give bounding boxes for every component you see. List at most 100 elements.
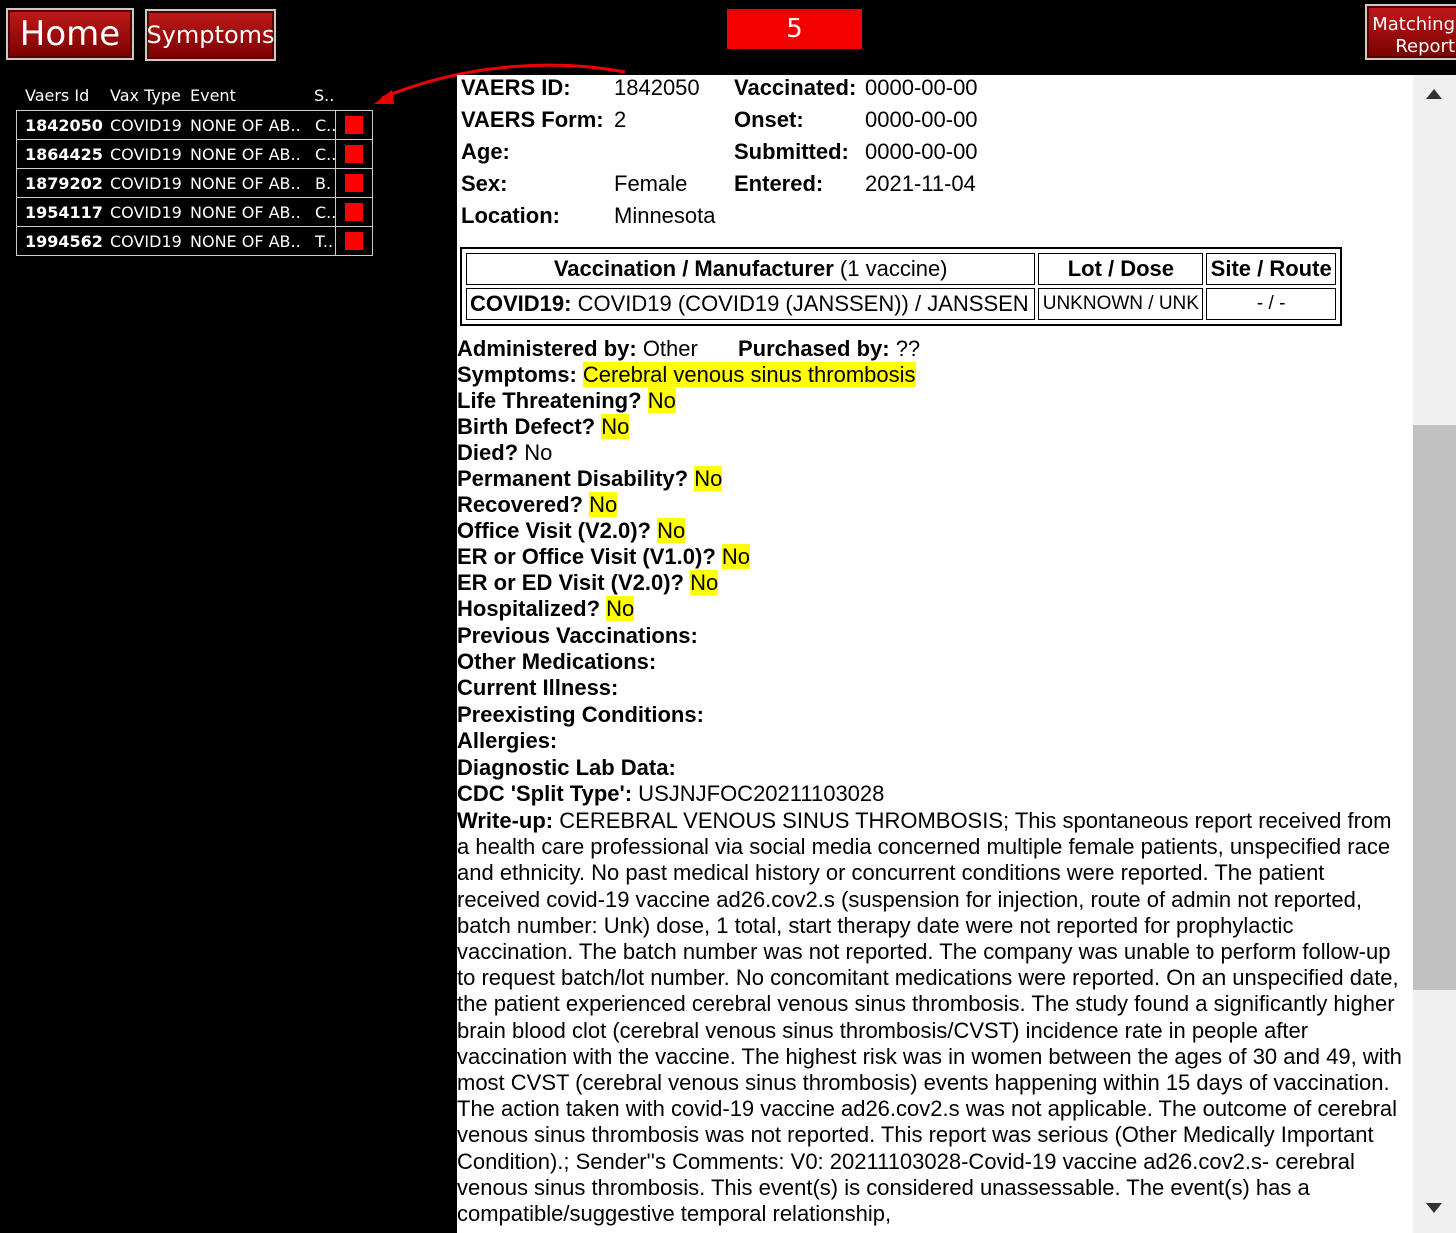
vaccination-header-count: (1 vaccine) — [833, 256, 948, 281]
split-type-label: CDC 'Split Type': — [457, 781, 633, 806]
vaers-id-cell: 1879202 — [25, 173, 103, 193]
preexisting-label: Preexisting Conditions: — [457, 702, 704, 727]
vaers-id-cell: 1842050 — [25, 115, 103, 135]
list-header-vaers-id[interactable]: Vaers Id — [25, 86, 89, 105]
home-button[interactable]: Home — [6, 8, 134, 60]
list-item[interactable]: 1994562 COVID19 NONE OF AB.. T.. — [17, 227, 372, 255]
hospitalized-row: Hospitalized? No — [457, 596, 635, 622]
list-item[interactable]: 1842050 COVID19 NONE OF AB.. C.. — [17, 111, 372, 140]
current-illness-label: Current Illness: — [457, 675, 619, 700]
disability-row: Permanent Disability? No — [457, 466, 723, 492]
life-threatening-label: Life Threatening? — [457, 388, 642, 413]
lot-dose-header: Lot / Dose — [1038, 253, 1204, 285]
administered-label: Administered by: — [457, 336, 637, 361]
sex-label: Sex: — [461, 171, 508, 196]
report-detail-panel: VAERS ID: 1842050 VAERS Form: 2 Age: Sex… — [457, 75, 1413, 1233]
purchased-value: ?? — [889, 336, 921, 361]
previous-vaccinations-row: Previous Vaccinations: — [457, 623, 698, 649]
event-cell: NONE OF AB.. — [190, 115, 301, 135]
status-flag-icon — [345, 145, 363, 163]
vaers-id-value: 1842050 — [614, 75, 700, 100]
sex-value: Female — [614, 171, 688, 196]
detail-scrollbar[interactable] — [1413, 75, 1456, 1233]
er-office-visit-value: No — [721, 544, 751, 569]
scroll-down-icon[interactable] — [1426, 1203, 1442, 1213]
symptoms-value: Cerebral venous sinus thrombosis — [582, 362, 916, 387]
s-cell: B. — [315, 173, 332, 193]
s-cell: C.. — [315, 202, 337, 222]
list-item[interactable]: 1864425 COVID19 NONE OF AB.. C.. — [17, 140, 372, 169]
administered-value: Other — [636, 336, 698, 361]
vax-type-cell: COVID19 — [110, 115, 182, 135]
allergies-label: Allergies: — [457, 728, 558, 753]
recovered-value: No — [589, 492, 618, 517]
vax-type-cell: COVID19 — [110, 173, 182, 193]
died-row: Died? No — [457, 440, 552, 466]
event-cell: NONE OF AB.. — [190, 202, 301, 222]
vax-type-cell: COVID19 — [110, 202, 182, 222]
submitted-label: Submitted: — [734, 139, 849, 164]
writeup-text: Write-up: CEREBRAL VENOUS SINUS THROMBOS… — [457, 808, 1407, 1227]
recovered-label: Recovered? — [457, 492, 583, 517]
preexisting-row: Preexisting Conditions: — [457, 702, 704, 728]
list-header-vax-type[interactable]: Vax Type — [110, 86, 181, 105]
status-flag-icon — [345, 203, 363, 221]
previous-vaccinations-label: Previous Vaccinations: — [457, 623, 698, 648]
er-office-visit-row: ER or Office Visit (V1.0)? No — [457, 544, 751, 570]
vaccination-header-bold: Vaccination / Manufacturer — [553, 256, 834, 281]
vaccinated-value: 0000-00-00 — [865, 75, 978, 100]
vax-type-cell: COVID19 — [110, 231, 182, 251]
onset-label: Onset: — [734, 107, 804, 132]
status-flag-icon — [345, 116, 363, 134]
s-cell: C.. — [315, 115, 337, 135]
birth-defect-label: Birth Defect? — [457, 414, 596, 439]
list-item[interactable]: 1879202 COVID19 NONE OF AB.. B. — [17, 169, 372, 198]
birth-defect-row: Birth Defect? No — [457, 414, 630, 440]
life-threatening-row: Life Threatening? No — [457, 388, 676, 414]
list-item[interactable]: 1954117 COVID19 NONE OF AB.. C.. — [17, 198, 372, 227]
hospitalized-label: Hospitalized? — [457, 596, 601, 621]
location-label: Location: — [461, 203, 560, 228]
vaers-id-cell: 1994562 — [25, 231, 103, 251]
s-cell: T.. — [315, 231, 334, 251]
symptoms-button[interactable]: Symptoms — [145, 9, 276, 61]
office-visit-value: No — [657, 518, 686, 543]
er-ed-visit-value: No — [690, 570, 719, 595]
list-header-s[interactable]: S.. — [314, 86, 334, 105]
current-illness-row: Current Illness: — [457, 675, 618, 701]
purchased-label: Purchased by: — [737, 336, 890, 361]
vaers-id-cell: 1954117 — [25, 202, 103, 222]
vaers-id-label: VAERS ID: — [461, 75, 571, 100]
age-label: Age: — [461, 139, 510, 164]
er-ed-visit-row: ER or ED Visit (V2.0)? No — [457, 570, 719, 596]
birth-defect-value: No — [601, 414, 630, 439]
entered-label: Entered: — [734, 171, 824, 196]
died-value: No — [524, 440, 553, 465]
allergies-row: Allergies: — [457, 728, 557, 754]
scroll-thumb[interactable] — [1413, 425, 1456, 990]
matching-report-line1: Matching — [1372, 14, 1455, 35]
s-cell: C.. — [315, 144, 337, 164]
office-visit-label: Office Visit (V2.0)? — [457, 518, 651, 543]
vaccine-name-cell: COVID19: COVID19 (COVID19 (JANSSEN)) / J… — [466, 288, 1036, 320]
result-count-badge: 5 — [727, 9, 862, 49]
other-medications-label: Other Medications: — [457, 649, 657, 674]
event-cell: NONE OF AB.. — [190, 144, 301, 164]
matching-report-button[interactable]: Matching Report — [1365, 4, 1456, 60]
vaers-form-label: VAERS Form: — [461, 107, 604, 132]
status-flag-icon — [345, 232, 363, 250]
scroll-up-icon[interactable] — [1426, 89, 1442, 99]
writeup-label: Write-up: — [457, 808, 554, 833]
list-header-event[interactable]: Event — [190, 86, 236, 105]
split-type-value: USJNJFOC20211103028 — [632, 781, 885, 806]
vaccinated-label: Vaccinated: — [734, 75, 857, 100]
er-office-visit-label: ER or Office Visit (V1.0)? — [457, 544, 716, 569]
er-ed-visit-label: ER or ED Visit (V2.0)? — [457, 570, 684, 595]
site-route-cell: - / - — [1206, 288, 1336, 320]
split-type-row: CDC 'Split Type': USJNJFOC20211103028 — [457, 781, 884, 807]
writeup-value: CEREBRAL VENOUS SINUS THROMBOSIS; This s… — [457, 808, 1402, 1227]
symptoms-label: Symptoms: — [457, 362, 577, 387]
hospitalized-value: No — [606, 596, 635, 621]
lab-data-row: Diagnostic Lab Data: — [457, 755, 676, 781]
vaers-id-cell: 1864425 — [25, 144, 103, 164]
